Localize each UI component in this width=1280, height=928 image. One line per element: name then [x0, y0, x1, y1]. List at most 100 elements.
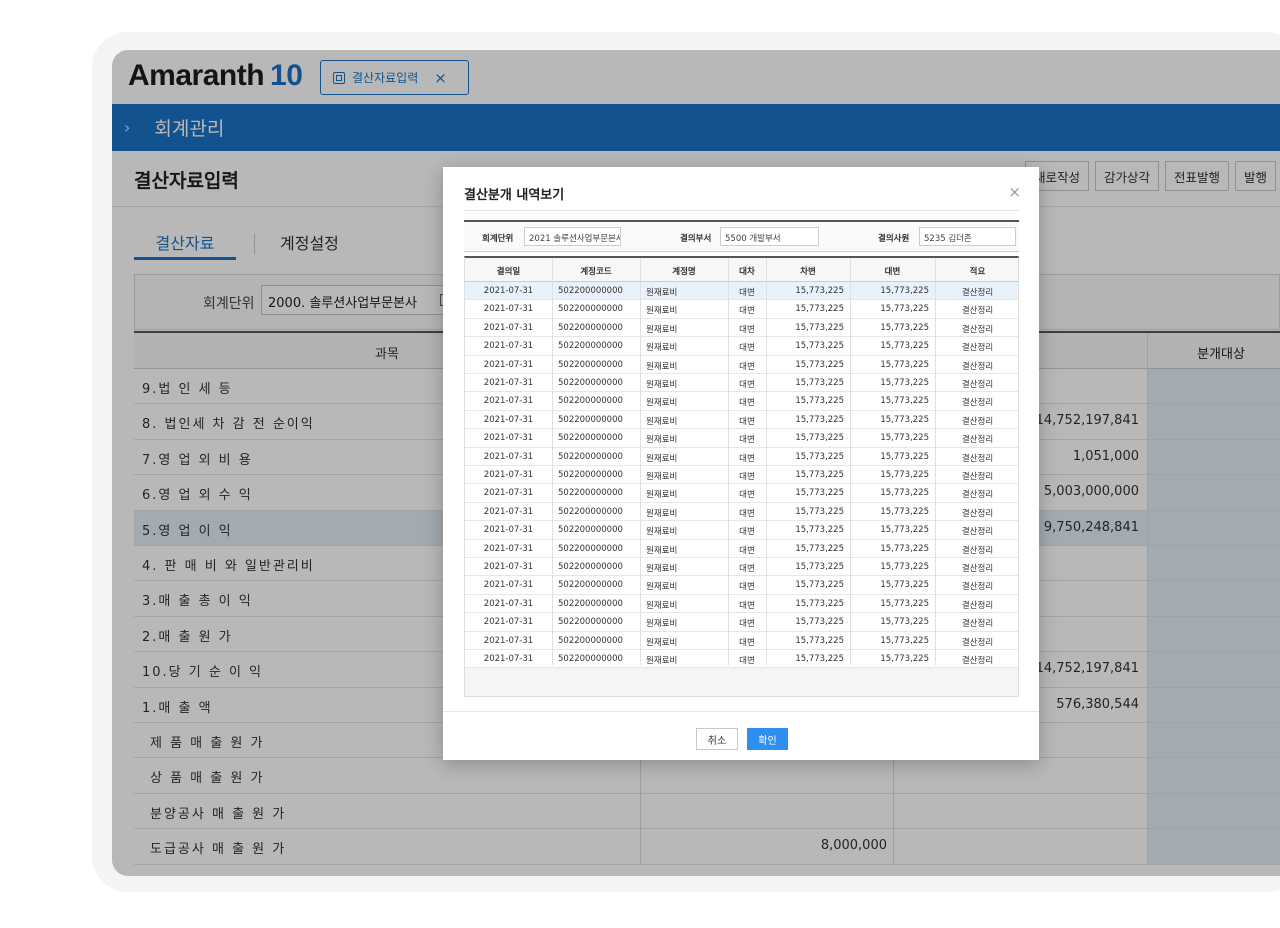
date-cell: 2021-07-31	[483, 506, 534, 517]
account-code-cell: 502200000000	[558, 359, 623, 370]
debit-cell: 15,773,225	[795, 470, 844, 480]
dept-field[interactable]: 5500 개발부서	[720, 227, 819, 246]
credit-cell: 15,773,225	[880, 598, 929, 609]
debit-cell: 15,773,225	[795, 617, 844, 628]
account-code-cell: 502200000000	[558, 470, 623, 480]
date-cell: 2021-07-31	[483, 654, 534, 664]
debit-cell: 15,773,225	[795, 378, 844, 388]
credit-cell: 15,773,225	[880, 580, 929, 591]
dr-cr-cell: 대변	[739, 637, 755, 648]
column-divider	[935, 258, 936, 665]
credit-cell: 15,773,225	[880, 286, 929, 296]
cancel-button[interactable]: 취소	[696, 728, 738, 750]
credit-cell: 15,773,225	[880, 654, 929, 664]
credit-cell: 15,773,225	[880, 378, 929, 388]
journal-detail-modal: 결산분개 내역보기 × 회계단위 2021 솔루션사업부문본사 결의부서 550…	[443, 167, 1039, 760]
account-code-cell: 502200000000	[558, 562, 623, 572]
col-memo: 적요	[969, 267, 986, 277]
memo-cell: 결산정리	[961, 582, 994, 593]
dr-cr-cell: 대변	[739, 324, 755, 335]
dr-cr-cell: 대변	[739, 564, 755, 574]
debit-cell: 15,773,225	[795, 396, 844, 407]
close-icon[interactable]: ×	[1008, 183, 1021, 201]
date-cell: 2021-07-31	[483, 543, 534, 554]
account-name-cell: 원재료비	[646, 324, 678, 335]
date-cell: 2021-07-31	[483, 580, 534, 591]
account-name-cell: 원재료비	[646, 508, 678, 519]
account-name-cell: 원재료비	[646, 416, 678, 427]
account-code-cell: 502200000000	[558, 525, 623, 536]
memo-cell: 결산정리	[961, 564, 994, 574]
memo-cell: 결산정리	[961, 435, 994, 446]
debit-cell: 15,773,225	[795, 433, 844, 444]
memo-cell: 결산정리	[961, 656, 994, 666]
account-name-cell: 원재료비	[646, 472, 678, 482]
confirm-button[interactable]: 확인	[747, 728, 788, 750]
column-divider	[850, 258, 851, 665]
date-cell: 2021-07-31	[483, 414, 534, 425]
dr-cr-cell: 대변	[739, 416, 755, 427]
account-name-cell: 원재료비	[646, 582, 678, 593]
account-code-cell: 502200000000	[558, 543, 623, 554]
col-debit: 차변	[800, 267, 816, 277]
credit-cell: 15,773,225	[880, 396, 929, 407]
dr-cr-cell: 대변	[739, 453, 755, 464]
date-cell: 2021-07-31	[483, 341, 534, 352]
credit-cell: 15,773,225	[880, 635, 929, 646]
dr-cr-cell: 대변	[739, 582, 755, 593]
account-name-cell: 원재료비	[646, 361, 678, 372]
modal-divider	[464, 210, 1019, 211]
dr-cr-cell: 대변	[739, 545, 755, 556]
unit-label: 회계단위	[482, 234, 514, 244]
account-code-cell: 502200000000	[558, 451, 623, 462]
date-cell: 2021-07-31	[483, 433, 534, 444]
account-code-cell: 502200000000	[558, 414, 623, 425]
date-cell: 2021-07-31	[483, 396, 534, 407]
memo-cell: 결산정리	[961, 472, 994, 482]
modal-title: 결산분개 내역보기	[464, 188, 565, 203]
memo-cell: 결산정리	[961, 306, 994, 317]
account-code-cell: 502200000000	[558, 304, 623, 315]
date-cell: 2021-07-31	[483, 378, 534, 388]
dr-cr-cell: 대변	[739, 361, 755, 372]
memo-cell: 결산정리	[961, 453, 994, 464]
user-field[interactable]: 5235 김더존	[919, 227, 1016, 246]
account-code-cell: 502200000000	[558, 654, 623, 664]
credit-cell: 15,773,225	[880, 451, 929, 462]
debit-cell: 15,773,225	[795, 543, 844, 554]
dr-cr-cell: 대변	[739, 619, 755, 630]
memo-cell: 결산정리	[961, 398, 994, 409]
credit-cell: 15,773,225	[880, 341, 929, 352]
credit-cell: 15,773,225	[880, 470, 929, 480]
memo-cell: 결산정리	[961, 361, 994, 372]
dr-cr-cell: 대변	[739, 435, 755, 446]
date-cell: 2021-07-31	[483, 635, 534, 646]
debit-cell: 15,773,225	[795, 525, 844, 536]
account-code-cell: 502200000000	[558, 617, 623, 628]
account-code-cell: 502200000000	[558, 488, 623, 499]
debit-cell: 15,773,225	[795, 451, 844, 462]
dr-cr-cell: 대변	[739, 398, 755, 409]
account-code-cell: 502200000000	[558, 635, 623, 646]
account-code-cell: 502200000000	[558, 598, 623, 609]
debit-cell: 15,773,225	[795, 359, 844, 370]
credit-cell: 15,773,225	[880, 414, 929, 425]
dr-cr-cell: 대변	[739, 380, 755, 390]
dr-cr-cell: 대변	[739, 472, 755, 482]
dr-cr-cell: 대변	[739, 527, 755, 538]
dr-cr-cell: 대변	[739, 288, 755, 298]
credit-cell: 15,773,225	[880, 525, 929, 536]
dr-cr-cell: 대변	[739, 490, 755, 501]
column-divider	[552, 258, 553, 665]
memo-cell: 결산정리	[961, 343, 994, 354]
unit-field[interactable]: 2021 솔루션사업부문본사	[524, 227, 621, 246]
user-label: 결의사원	[878, 234, 910, 244]
debit-cell: 15,773,225	[795, 304, 844, 315]
col-credit: 대변	[884, 267, 901, 277]
debit-cell: 15,773,225	[795, 506, 844, 517]
memo-cell: 결산정리	[961, 324, 994, 335]
account-name-cell: 원재료비	[646, 306, 678, 317]
memo-cell: 결산정리	[961, 380, 994, 390]
dr-cr-cell: 대변	[739, 600, 755, 611]
date-cell: 2021-07-31	[483, 286, 534, 296]
